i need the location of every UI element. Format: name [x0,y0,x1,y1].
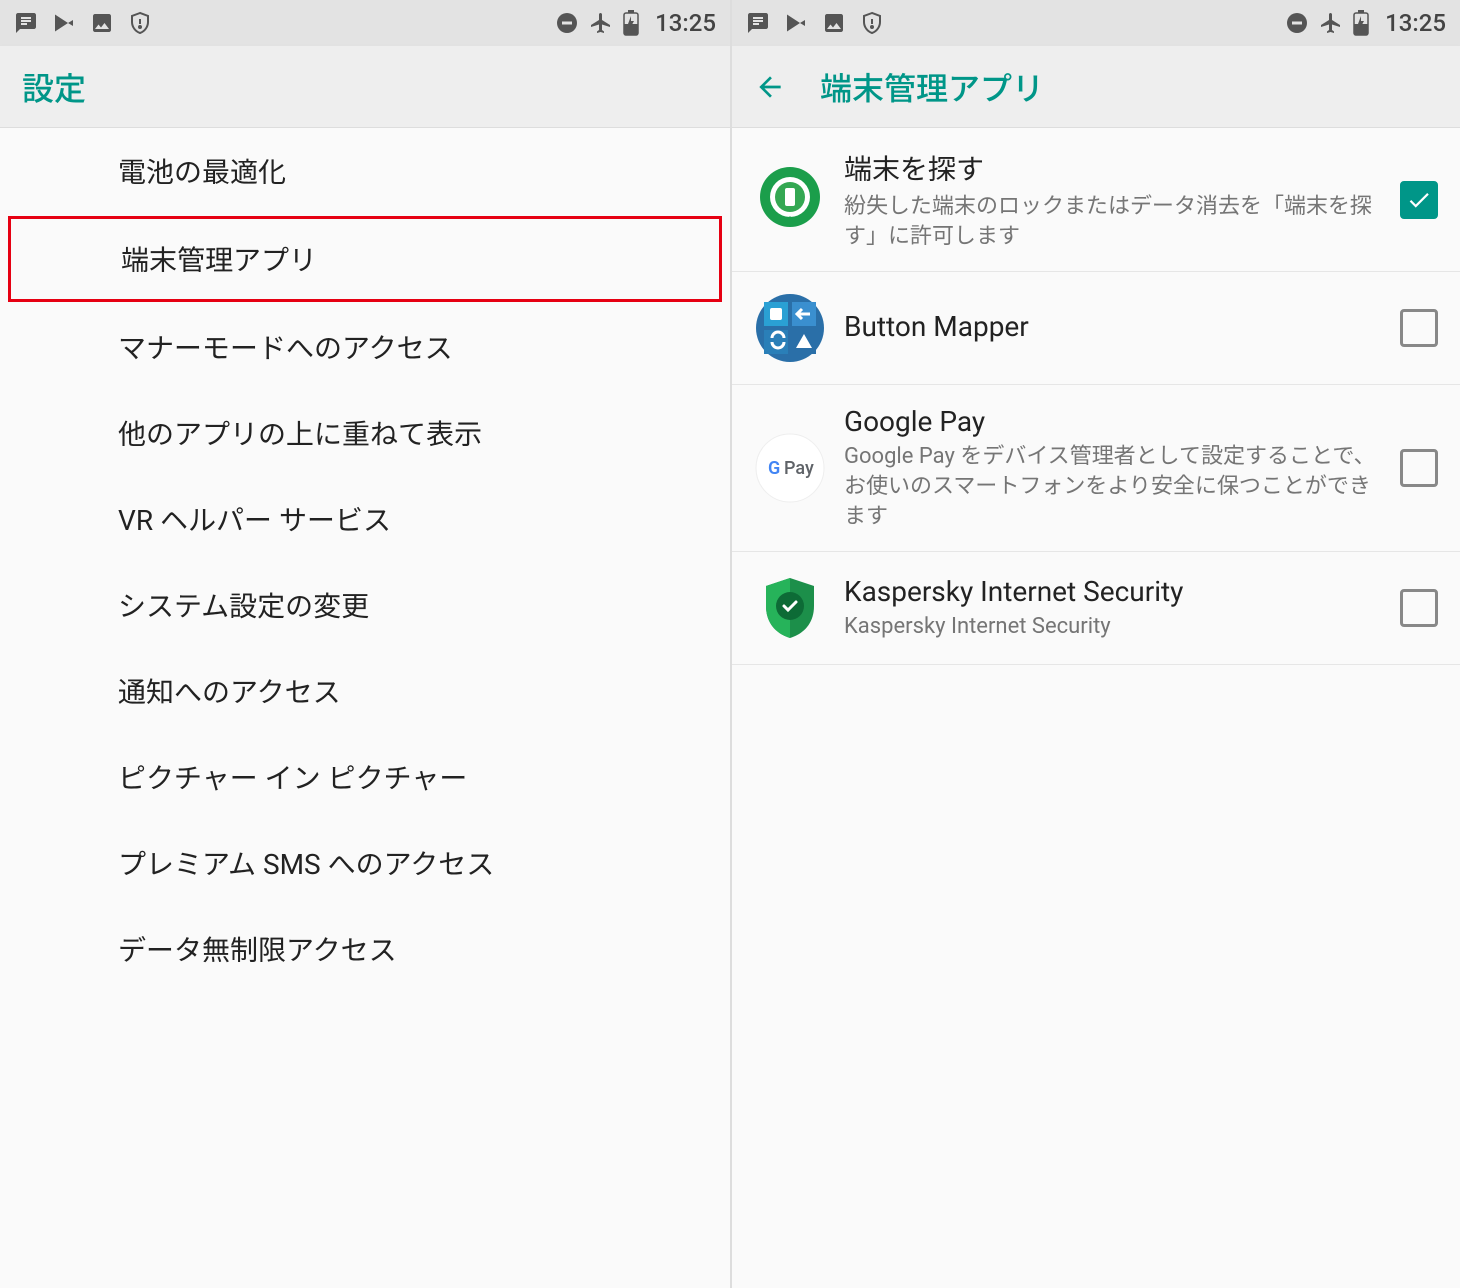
kaspersky-icon [754,572,826,644]
screen-device-admin: 13:25 端末管理アプリ 端末を探す 紛失した端末のロックまたはデータ消去を「… [730,0,1460,1288]
list-item-premium-sms[interactable]: プレミアム SMS へのアクセス [0,820,730,906]
list-item-vr-helper[interactable]: VR ヘルパー サービス [0,476,730,562]
checkbox[interactable] [1400,309,1438,347]
list-item-notification-access[interactable]: 通知へのアクセス [0,648,730,734]
list-item-label: システム設定の変更 [118,585,369,625]
admin-app-title: Button Mapper [844,310,1382,343]
app-bar: 端末管理アプリ [732,46,1460,128]
list-item-label: VR ヘルパー サービス [118,499,391,539]
admin-app-google-pay[interactable]: GPay Google Pay Google Pay をデバイス管理者として設定… [732,385,1460,552]
screen-settings: 13:25 設定 電池の最適化 端末管理アプリ マナーモードへのアクセス 他のア… [0,0,730,1288]
checkbox[interactable] [1400,181,1438,219]
page-title: 設定 [22,64,86,110]
list-item-draw-over[interactable]: 他のアプリの上に重ねて表示 [0,390,730,476]
list-item-device-admin-apps[interactable]: 端末管理アプリ [8,216,722,302]
list-item-label: プレミアム SMS へのアクセス [118,843,494,883]
svg-text:G: G [768,458,780,479]
admin-app-desc: Google Pay をデバイス管理者として設定することで、お使いのスマートフォ… [844,442,1382,531]
settings-list[interactable]: 電池の最適化 端末管理アプリ マナーモードへのアクセス 他のアプリの上に重ねて表… [0,128,730,1288]
status-bar: 13:25 [0,0,730,46]
list-item-pip[interactable]: ピクチャー イン ピクチャー [0,734,730,820]
button-mapper-icon [754,292,826,364]
find-device-icon [754,164,826,236]
admin-app-kaspersky[interactable]: Kaspersky Internet Security Kaspersky In… [732,552,1460,665]
play-store-icon [52,11,76,35]
battery-charging-icon [623,10,639,36]
battery-charging-icon [1353,10,1369,36]
status-time: 13:25 [655,9,716,37]
list-item-label: 端末管理アプリ [121,239,317,279]
page-title: 端末管理アプリ [820,64,1044,110]
admin-app-desc: Kaspersky Internet Security [844,612,1382,642]
status-time: 13:25 [1385,9,1446,37]
back-button[interactable] [754,71,786,103]
list-item-label: ピクチャー イン ピクチャー [118,757,467,797]
shield-alert-icon [128,11,152,35]
list-item-unlimited-data[interactable]: データ無制限アクセス [0,906,730,992]
image-icon [90,11,114,35]
admin-app-list[interactable]: 端末を探す 紛失した端末のロックまたはデータ消去を「端末を探す」に許可します B… [732,128,1460,1288]
list-item-label: 他のアプリの上に重ねて表示 [118,413,482,453]
arrow-back-icon [754,71,786,103]
list-item-label: 通知へのアクセス [118,671,341,711]
admin-app-desc: 紛失した端末のロックまたはデータ消去を「端末を探す」に許可します [844,192,1382,251]
list-item-label: 電池の最適化 [118,151,286,191]
image-icon [822,11,846,35]
admin-app-find-device[interactable]: 端末を探す 紛失した端末のロックまたはデータ消去を「端末を探す」に許可します [732,128,1460,272]
google-pay-icon: GPay [754,432,826,504]
status-bar: 13:25 [732,0,1460,46]
admin-app-title: 端末を探す [844,148,1382,188]
chat-icon [14,11,38,35]
airplane-icon [589,11,613,35]
admin-app-title: Google Pay [844,405,1382,438]
admin-app-button-mapper[interactable]: Button Mapper [732,272,1460,385]
list-item-label: データ無制限アクセス [118,929,397,969]
play-store-icon [784,11,808,35]
checkbox[interactable] [1400,589,1438,627]
list-item-label: マナーモードへのアクセス [118,327,453,367]
airplane-icon [1319,11,1343,35]
svg-text:Pay: Pay [784,458,814,479]
check-icon [1406,187,1432,213]
app-bar: 設定 [0,46,730,128]
checkbox[interactable] [1400,449,1438,487]
dnd-icon [1285,11,1309,35]
dnd-icon [555,11,579,35]
list-item-modify-settings[interactable]: システム設定の変更 [0,562,730,648]
list-item-dnd-access[interactable]: マナーモードへのアクセス [0,304,730,390]
admin-app-title: Kaspersky Internet Security [844,575,1382,608]
shield-alert-icon [860,11,884,35]
chat-icon [746,11,770,35]
list-item-battery-optimization[interactable]: 電池の最適化 [0,128,730,214]
